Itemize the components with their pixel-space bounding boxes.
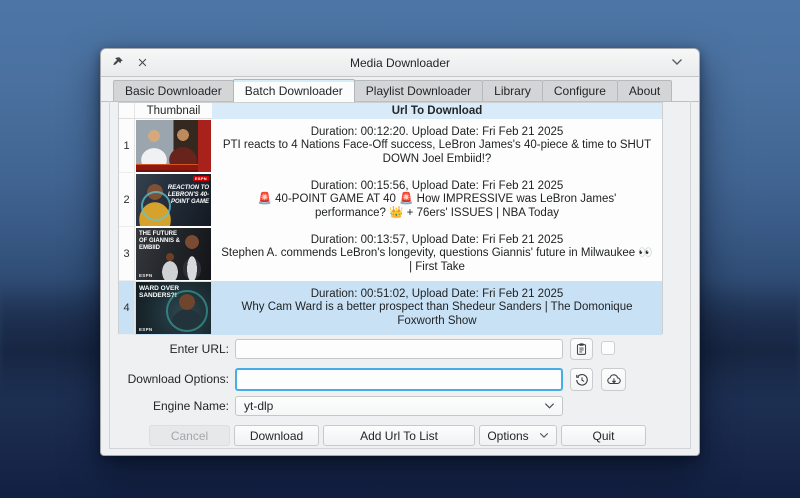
download-button[interactable]: Download bbox=[234, 425, 319, 446]
tab-basic-downloader[interactable]: Basic Downloader bbox=[113, 80, 234, 101]
thumbnail-overlay-text: Ward over Sanders?! bbox=[139, 286, 185, 300]
row-number: 4 bbox=[119, 281, 135, 335]
titlebar[interactable]: Media Downloader bbox=[101, 49, 699, 77]
thumbnail-cell: Ward over Sanders?! ESPN bbox=[135, 281, 212, 335]
thumbnail-cell: Reaction to LeBron's 40-point game ESPN bbox=[135, 173, 212, 227]
download-options-label: Download Options: bbox=[118, 372, 229, 386]
video-duration-and-date: Duration: 00:13:57, Upload Date: Fri Feb… bbox=[221, 234, 653, 248]
thumbnail-brand-logo: ESPN bbox=[193, 176, 209, 181]
cloud-download-button[interactable] bbox=[601, 368, 626, 391]
table-header: Thumbnail Url To Download bbox=[119, 103, 662, 119]
video-title: PTI reacts to 4 Nations Face-Off success… bbox=[221, 139, 653, 166]
table-row[interactable]: 1 Duration: 00:12:20. Upload Date: Fri F… bbox=[119, 119, 662, 173]
add-url-button-label: Add Url To List bbox=[360, 429, 438, 443]
column-header-url: Url To Download bbox=[212, 103, 662, 119]
url-checkbox[interactable] bbox=[601, 341, 615, 355]
pin-icon[interactable] bbox=[108, 54, 126, 72]
video-thumbnail: The Future of Giannis & Embiid ESPN bbox=[136, 228, 211, 280]
chevron-down-icon bbox=[539, 432, 549, 439]
video-thumbnail: Reaction to LeBron's 40-point game ESPN bbox=[136, 174, 211, 226]
engine-selected-value: yt-dlp bbox=[244, 399, 273, 413]
download-button-label: Download bbox=[250, 429, 303, 443]
video-thumbnail: Ward over Sanders?! ESPN bbox=[136, 282, 211, 334]
thumbnail-art bbox=[136, 164, 198, 172]
tab-batch-downloader[interactable]: Batch Downloader bbox=[233, 79, 355, 102]
close-icon[interactable] bbox=[133, 54, 151, 72]
options-button[interactable]: Options bbox=[479, 425, 557, 446]
thumbnail-cell bbox=[135, 119, 212, 173]
row-number: 2 bbox=[119, 173, 135, 227]
cancel-button: Cancel bbox=[149, 425, 230, 446]
thumbnail-overlay-text: The Future of Giannis & Embiid bbox=[139, 231, 181, 251]
cancel-button-label: Cancel bbox=[171, 429, 208, 443]
desktop-wallpaper: Media Downloader Basic Downloader Batch … bbox=[0, 0, 800, 498]
shade-chevron-icon[interactable] bbox=[669, 56, 685, 68]
row-number: 1 bbox=[119, 119, 135, 173]
video-duration-and-date: Duration: 00:15:56, Upload Date: Fri Feb… bbox=[221, 180, 653, 194]
video-title: Stephen A. commends LeBron's longevity, … bbox=[221, 247, 653, 274]
table-row[interactable]: 3 The Future of Giannis & Embiid ESPN Du… bbox=[119, 227, 662, 281]
video-duration-and-date: Duration: 00:12:20. Upload Date: Fri Feb… bbox=[221, 126, 653, 140]
thumbnail-art bbox=[160, 252, 180, 280]
url-input[interactable] bbox=[235, 339, 563, 359]
window-title: Media Downloader bbox=[101, 56, 699, 70]
thumbnail-overlay-text: Reaction to LeBron's 40-point game bbox=[167, 185, 209, 205]
header-corner-cell bbox=[119, 103, 135, 119]
add-url-to-list-button[interactable]: Add Url To List bbox=[323, 425, 475, 446]
engine-name-label: Engine Name: bbox=[118, 399, 229, 413]
thumbnail-brand-logo: ESPN bbox=[139, 327, 152, 332]
thumbnail-cell: The Future of Giannis & Embiid ESPN bbox=[135, 227, 212, 281]
paste-clipboard-button[interactable] bbox=[570, 338, 593, 360]
url-cell: Duration: 00:15:56, Upload Date: Fri Feb… bbox=[212, 173, 662, 227]
tab-bar: Basic Downloader Batch Downloader Playli… bbox=[101, 80, 699, 102]
thumbnail-brand-logo: ESPN bbox=[139, 273, 152, 278]
video-title: 🚨 40-POINT GAME AT 40 🚨 How IMPRESSIVE w… bbox=[221, 193, 653, 220]
chevron-down-icon bbox=[544, 402, 555, 410]
table-row[interactable]: 4 Ward over Sanders?! ESPN Duration: 00:… bbox=[119, 281, 662, 335]
options-button-label: Options bbox=[487, 429, 528, 443]
tab-about[interactable]: About bbox=[617, 80, 672, 101]
engine-select[interactable]: yt-dlp bbox=[235, 396, 563, 416]
url-cell: Duration: 00:51:02, Upload Date: Fri Feb… bbox=[212, 281, 662, 335]
video-duration-and-date: Duration: 00:51:02, Upload Date: Fri Feb… bbox=[221, 288, 653, 302]
history-button[interactable] bbox=[570, 368, 593, 391]
table-row[interactable]: 2 Reaction to LeBron's 40-point game ESP… bbox=[119, 173, 662, 227]
url-cell: Duration: 00:12:20. Upload Date: Fri Feb… bbox=[212, 119, 662, 173]
tab-playlist-downloader[interactable]: Playlist Downloader bbox=[354, 80, 483, 101]
media-downloader-window: Media Downloader Basic Downloader Batch … bbox=[100, 48, 700, 456]
download-options-input[interactable] bbox=[235, 368, 563, 391]
enter-url-label: Enter URL: bbox=[118, 342, 229, 356]
table-body: 1 Duration: 00:12:20. Upload Date: Fri F… bbox=[119, 119, 662, 335]
quit-button[interactable]: Quit bbox=[561, 425, 646, 446]
tab-configure[interactable]: Configure bbox=[542, 80, 618, 101]
row-number: 3 bbox=[119, 227, 135, 281]
download-list-table: Thumbnail Url To Download 1 Duration: 0 bbox=[118, 102, 663, 334]
tab-library[interactable]: Library bbox=[482, 80, 543, 101]
video-title: Why Cam Ward is a better prospect than S… bbox=[221, 301, 653, 328]
column-header-thumbnail: Thumbnail bbox=[135, 103, 212, 119]
video-thumbnail bbox=[136, 120, 211, 172]
quit-button-label: Quit bbox=[592, 429, 614, 443]
url-cell: Duration: 00:13:57, Upload Date: Fri Feb… bbox=[212, 227, 662, 281]
